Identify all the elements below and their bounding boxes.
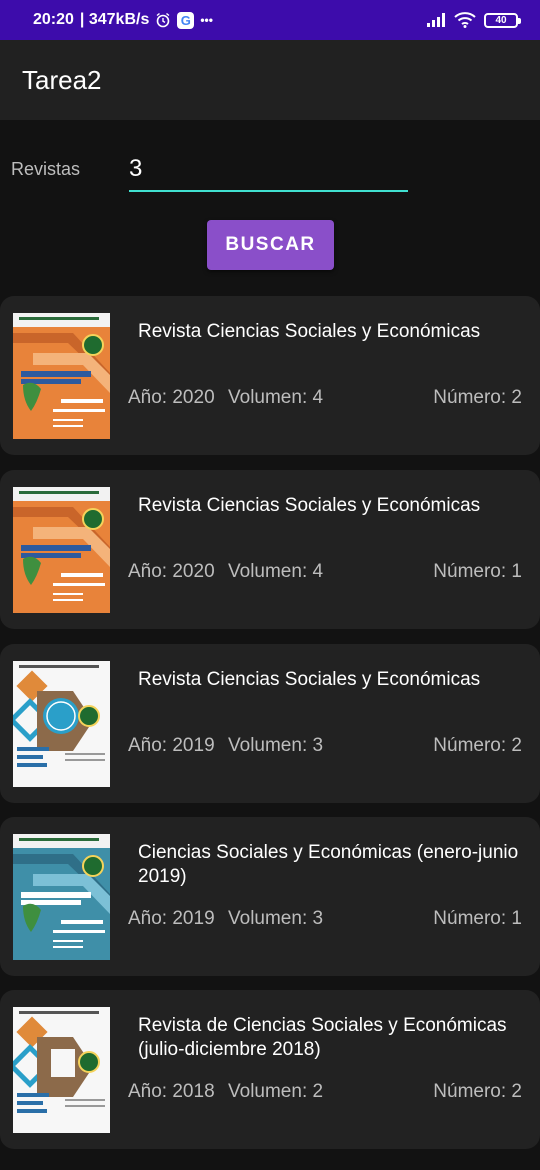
more-notifications-icon: •••	[200, 13, 213, 27]
result-volume: Volumen: 3	[228, 735, 324, 756]
result-year: Año: 2019	[128, 735, 215, 756]
app-bar: Tarea2	[0, 40, 540, 120]
clock: 20:20	[33, 11, 74, 28]
journal-cover-image	[13, 834, 110, 960]
result-card[interactable]: Ciencias Sociales y Económicas (enero-ju…	[0, 817, 540, 976]
result-card[interactable]: Revista de Ciencias Sociales y Económica…	[0, 990, 540, 1149]
result-volume: Volumen: 4	[228, 387, 324, 408]
signal-icon	[426, 13, 446, 27]
result-number: Número: 2	[433, 1081, 522, 1102]
result-title: Revista Ciencias Sociales y Económicas	[138, 495, 481, 516]
result-title: Revista de Ciencias Sociales y Económica…	[138, 1015, 507, 1060]
journal-cover-image	[13, 1007, 110, 1133]
result-volume: Volumen: 3	[228, 908, 324, 929]
journal-cover-image	[13, 487, 110, 613]
result-card[interactable]: Revista Ciencias Sociales y Económicas A…	[0, 296, 540, 455]
result-number: Número: 1	[433, 908, 522, 929]
journal-cover-image	[13, 661, 110, 787]
result-volume: Volumen: 4	[228, 561, 324, 582]
app-title: Tarea2	[22, 64, 102, 95]
search-input[interactable]	[129, 150, 408, 188]
google-icon: G	[177, 11, 195, 29]
result-title: Revista Ciencias Sociales y Económicas	[138, 669, 481, 690]
result-year: Año: 2020	[128, 561, 215, 582]
wifi-icon	[454, 12, 476, 28]
battery-icon: 40	[484, 12, 521, 28]
result-card[interactable]: Revista Ciencias Sociales y Económicas A…	[0, 644, 540, 803]
result-year: Año: 2020	[128, 387, 215, 408]
result-year: Año: 2019	[128, 908, 215, 929]
status-bar: 20:20 | 347kB/s G ••• 40	[0, 0, 540, 40]
result-number: Número: 1	[433, 561, 522, 582]
result-card[interactable]: Revista Ciencias Sociales y Económicas A…	[0, 470, 540, 629]
journal-cover-image	[13, 313, 110, 439]
search-label: Revistas	[11, 159, 81, 179]
result-title: Ciencias Sociales y Económicas (enero-ju…	[138, 842, 519, 887]
result-number: Número: 2	[433, 387, 522, 408]
result-volume: Volumen: 2	[228, 1081, 324, 1102]
result-number: Número: 2	[433, 735, 522, 756]
alarm-icon	[155, 12, 171, 28]
search-field[interactable]	[129, 150, 408, 192]
result-year: Año: 2018	[128, 1081, 215, 1102]
network-speed: | 347kB/s	[79, 11, 150, 28]
search-button[interactable]: BUSCAR	[207, 220, 334, 270]
result-title: Revista Ciencias Sociales y Económicas	[138, 321, 481, 342]
